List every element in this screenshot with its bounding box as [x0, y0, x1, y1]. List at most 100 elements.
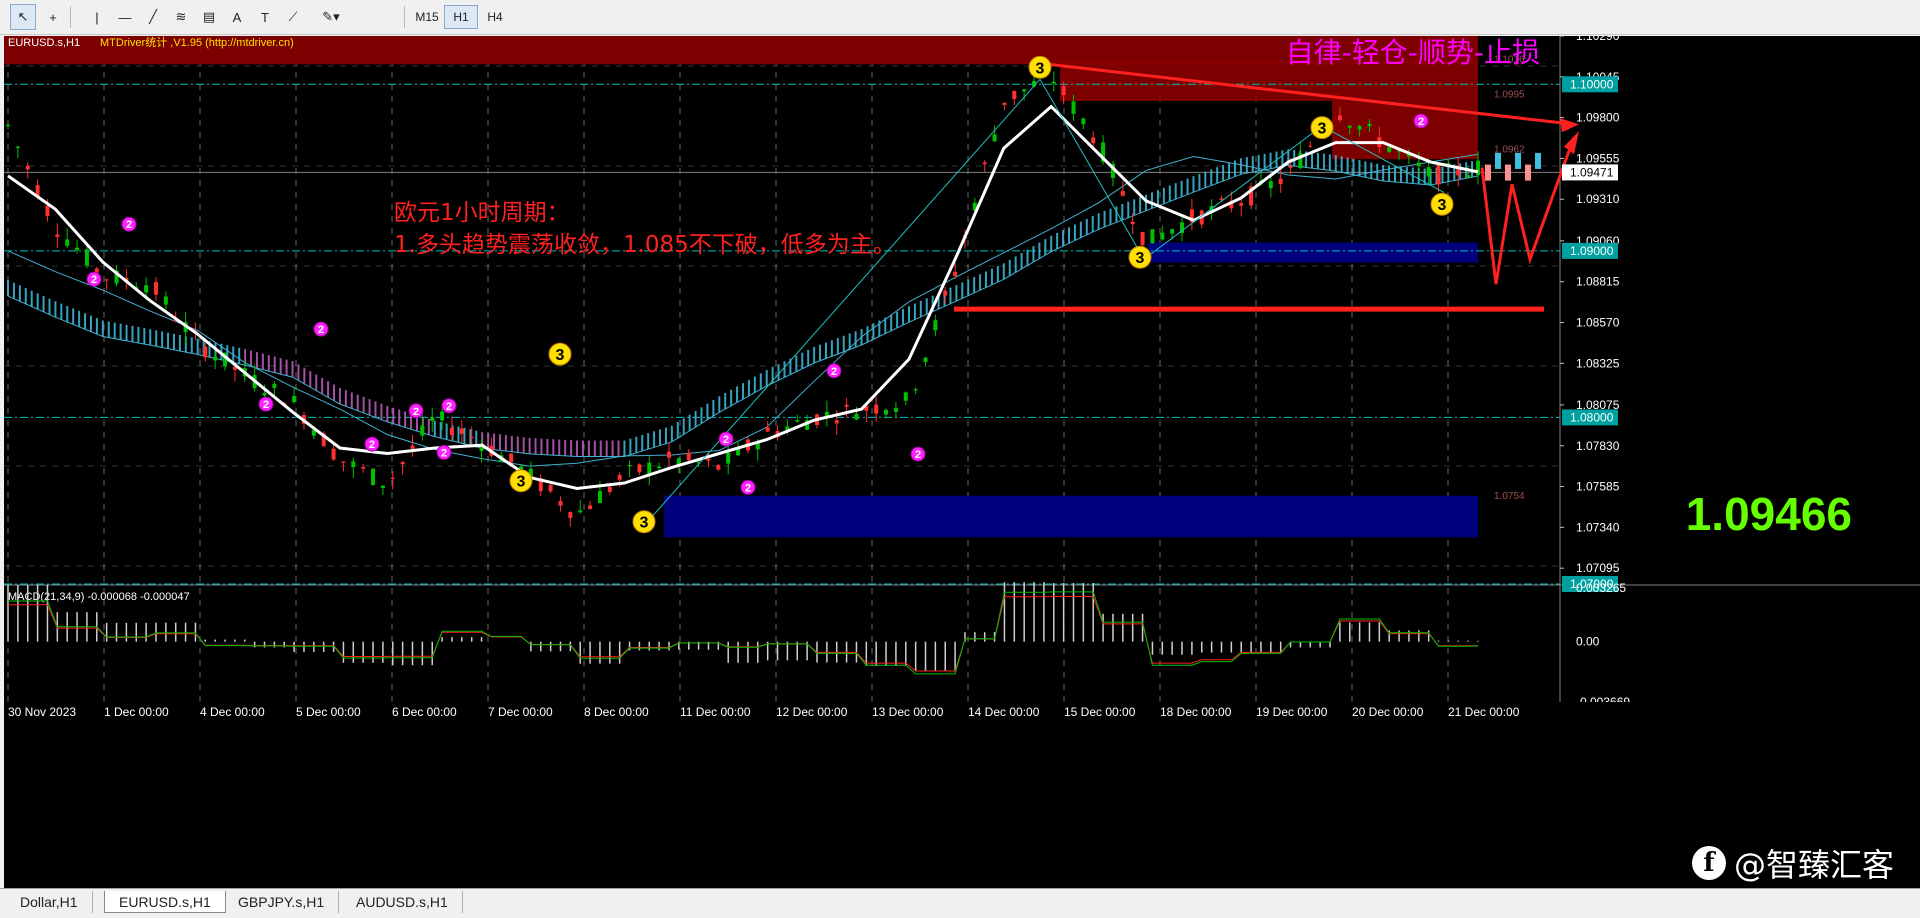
zone-label: 1.0995 [1494, 90, 1525, 101]
candle-body [1160, 232, 1165, 240]
date-axis-label: 4 Dec 00:00 [200, 705, 265, 719]
price-axis-label: 1.07830 [1576, 439, 1620, 453]
candle-body [331, 448, 336, 460]
wave-marker-label: 3 [640, 515, 649, 532]
date-axis-label: 6 Dec 00:00 [392, 705, 457, 719]
candle-body [1278, 178, 1283, 185]
candle-body [1140, 232, 1145, 246]
macd-axis-label: 0.003265 [1576, 581, 1626, 595]
candle-body [75, 247, 80, 251]
price-axis-label: 1.10290 [1576, 36, 1620, 43]
horizontal-line-icon[interactable]: — [112, 4, 138, 30]
text-icon[interactable]: A [224, 4, 250, 30]
timeframe-m15[interactable]: M15 [410, 5, 444, 29]
candle-body [272, 383, 277, 389]
candle-body [548, 484, 553, 492]
candle-body [854, 413, 859, 420]
wave-marker-label: 3 [1438, 197, 1447, 214]
tab-dollar[interactable]: Dollar,H1 [6, 891, 93, 913]
date-axis-label: 18 Dec 00:00 [1160, 705, 1232, 719]
wave-marker-label: 2 [915, 449, 921, 461]
candle-body [84, 249, 89, 266]
candle-body [1416, 162, 1421, 167]
candle-body [65, 239, 70, 246]
candle-body [558, 500, 563, 506]
candle-body [874, 404, 879, 414]
indicator-label: MTDriver统计 ,V1.95 (http://mtdriver.cn) [100, 36, 294, 49]
candle-body [203, 346, 208, 358]
tab-gbpjpy[interactable]: GBPJPY.s,H1 [224, 891, 340, 913]
candle-body [104, 279, 109, 281]
candle-body [884, 409, 889, 415]
candle-body [1288, 166, 1293, 168]
candle-body [153, 282, 158, 295]
candle-body [459, 428, 464, 434]
candle-body [953, 271, 958, 277]
wave-marker-label: 2 [723, 434, 729, 446]
candle-body [469, 436, 474, 439]
candle-body [1268, 181, 1273, 189]
wave-marker-label: 2 [318, 324, 324, 336]
candle-body [1367, 123, 1372, 127]
candle-body [795, 420, 800, 422]
toolbar-separator [70, 6, 71, 28]
vertical-line-icon[interactable]: | [84, 4, 110, 30]
text-label-icon[interactable]: T [252, 4, 278, 30]
candle-body [430, 416, 435, 422]
forecast-candle [1485, 164, 1491, 181]
candle-body [1130, 221, 1135, 225]
channel-icon[interactable]: ▤ [196, 4, 222, 30]
wave-marker-label: 3 [556, 347, 565, 364]
candle-body [844, 404, 849, 407]
candle-body [262, 392, 267, 396]
price-axis-label: 1.07340 [1576, 520, 1620, 534]
candle-body [509, 453, 514, 463]
timeframe-h1[interactable]: H1 [444, 5, 478, 29]
highlighted-price-label: 1.09000 [1570, 244, 1614, 258]
candle-body [933, 320, 938, 331]
price-chart[interactable]: 1.10161.09951.09621.07543333333222222 222… [4, 36, 1920, 888]
fib-fan-icon[interactable]: ⟋ [280, 4, 306, 30]
candle-body [1120, 190, 1125, 196]
date-axis-label: 20 Dec 00:00 [1352, 705, 1424, 719]
candle-body [1081, 118, 1086, 125]
wave-marker-label: 2 [745, 482, 751, 494]
candle-body [400, 462, 405, 465]
candle-body [627, 464, 632, 467]
candle-body [617, 474, 622, 480]
candle-body [943, 291, 948, 296]
candle-body [755, 443, 760, 450]
highlighted-price-label: 1.08000 [1570, 410, 1614, 424]
date-axis-label: 15 Dec 00:00 [1064, 705, 1136, 719]
candle-body [371, 468, 376, 485]
cursor-icon[interactable]: ↖ [10, 4, 36, 30]
candle-body [341, 461, 346, 463]
candle-body [1308, 145, 1313, 147]
watermark: f @智臻汇客 [1692, 840, 1894, 886]
date-axis-label: 30 Nov 2023 [8, 705, 76, 719]
price-zone [1148, 242, 1478, 263]
candle-body [25, 165, 30, 170]
candle-body [1150, 229, 1155, 244]
date-axis-label: 21 Dec 00:00 [1448, 705, 1520, 719]
candle-body [726, 452, 731, 464]
candle-body [380, 485, 385, 488]
wave-marker-label: 2 [831, 366, 837, 378]
arrows-dropdown-icon[interactable]: ✎▾ [308, 4, 354, 30]
chart-window[interactable]: 1.1016 1.0995 1.0962 1.0754 3 3 3 3 3 3 3 2 2 2 2 2 2 2 2 2… [4, 36, 1920, 888]
timeframe-h4[interactable]: H4 [478, 5, 512, 29]
wave-marker-label: 2 [413, 406, 419, 418]
highlighted-price-label: 1.09471 [1570, 165, 1614, 179]
trendline-icon[interactable]: ╱ [140, 4, 166, 30]
fibonacci-icon[interactable]: ≋ [168, 4, 194, 30]
date-axis-label: 8 Dec 00:00 [584, 705, 649, 719]
candle-body [351, 461, 356, 468]
tab-eurusd[interactable]: EURUSD.s,H1 [104, 891, 226, 913]
crosshair-icon[interactable]: + [40, 4, 66, 30]
candle-body [597, 490, 602, 503]
candle-body [213, 356, 218, 361]
candle-body [1357, 125, 1362, 130]
candle-body [1347, 125, 1352, 128]
chart-symbol-label: EURUSD.s,H1 [8, 37, 80, 49]
tab-audusd[interactable]: AUDUSD.s,H1 [342, 891, 463, 913]
